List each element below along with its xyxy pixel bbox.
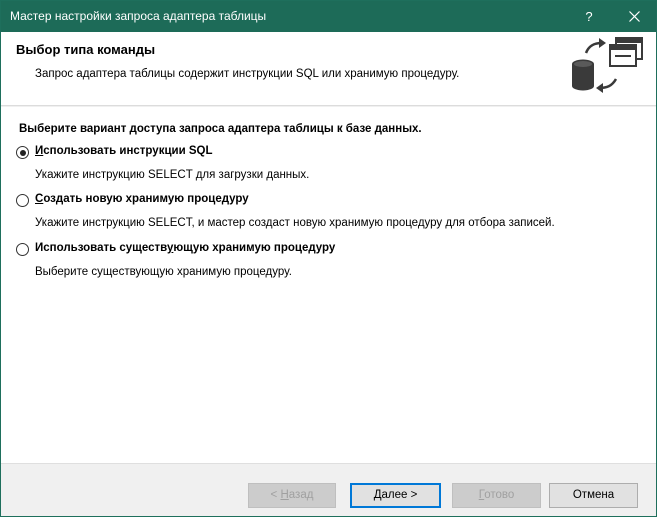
- page-subtitle: Запрос адаптера таблицы содержит инструк…: [35, 68, 460, 80]
- back-button[interactable]: < Назад: [248, 483, 336, 508]
- prompt-text: Выберите вариант доступа запроса адаптер…: [19, 123, 422, 135]
- btn-accel: Н: [280, 489, 289, 501]
- btn-text: алее >: [381, 489, 418, 501]
- option-create-procedure-label[interactable]: Создать новую хранимую процедуру: [35, 193, 249, 205]
- help-button[interactable]: ?: [566, 1, 612, 32]
- wizard-window: Мастер настройки запроса адаптера таблиц…: [0, 0, 657, 517]
- page-title: Выбор типа команды: [16, 42, 156, 57]
- option-existing-procedure-label[interactable]: Использовать существующую хранимую проце…: [35, 242, 335, 254]
- btn-text: азад: [288, 489, 314, 501]
- close-icon: [628, 11, 640, 22]
- label-part: спользовать инструкции SQL: [43, 145, 213, 157]
- label-part: Использовать существ: [35, 242, 167, 254]
- window-title: Мастер настройки запроса адаптера таблиц…: [10, 9, 267, 23]
- wizard-body: Выберите вариант доступа запроса адаптер…: [1, 107, 656, 463]
- cancel-button[interactable]: Отмена: [549, 483, 638, 508]
- wizard-footer: < Назад Далее > Готово Отмена: [1, 463, 656, 516]
- option-existing-procedure-description: Выберите существующую хранимую процедуру…: [35, 266, 292, 278]
- btn-text: отово: [484, 489, 515, 501]
- option-use-sql-description: Укажите инструкцию SELECT для загрузки д…: [35, 169, 310, 181]
- database-sync-icon: [572, 37, 643, 93]
- next-button[interactable]: Далее >: [350, 483, 441, 508]
- finish-button[interactable]: Готово: [452, 483, 541, 508]
- radio-existing-procedure[interactable]: [16, 243, 29, 256]
- label-part: ющую хранимую процедуру: [173, 242, 336, 254]
- close-button[interactable]: [611, 1, 657, 32]
- label-part: оздать новую хранимую процедуру: [43, 193, 249, 205]
- option-use-sql-label[interactable]: Использовать инструкции SQL: [35, 145, 213, 157]
- btn-text: <: [270, 489, 281, 501]
- wizard-header: Выбор типа команды Запрос адаптера табли…: [1, 32, 656, 106]
- radio-use-sql[interactable]: [16, 146, 29, 159]
- radio-create-procedure[interactable]: [16, 194, 29, 207]
- option-create-procedure-description: Укажите инструкцию SELECT, и мастер созд…: [35, 217, 555, 229]
- title-bar[interactable]: Мастер настройки запроса адаптера таблиц…: [1, 1, 656, 32]
